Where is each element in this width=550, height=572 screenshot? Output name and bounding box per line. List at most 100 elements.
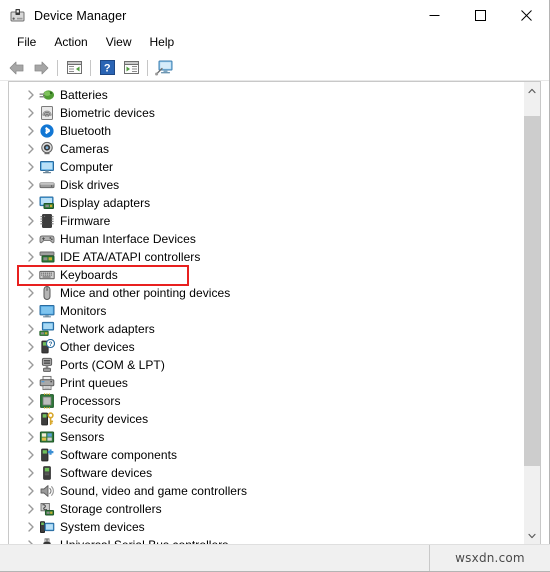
scroll-up-button[interactable] — [524, 82, 540, 99]
chevron-right-icon[interactable] — [23, 230, 39, 248]
chevron-right-icon[interactable] — [23, 176, 39, 194]
menu-item-help[interactable]: Help — [141, 32, 184, 53]
tree-item-firmware[interactable]: Firmware — [9, 212, 523, 230]
chevron-right-icon[interactable] — [23, 194, 39, 212]
tree-item-cameras[interactable]: Cameras — [9, 140, 523, 158]
scroll-down-button[interactable] — [524, 527, 540, 544]
status-message — [0, 545, 430, 571]
tree-item-universal-serial-bus-controllers[interactable]: Universal Serial Bus controllers — [9, 536, 523, 544]
chevron-right-icon[interactable] — [23, 428, 39, 446]
tree-item-ports[interactable]: Ports (COM & LPT) — [9, 356, 523, 374]
system-device-icon — [39, 519, 55, 535]
tree-item-print-queues[interactable]: Print queues — [9, 374, 523, 392]
tree-item-monitors[interactable]: Monitors — [9, 302, 523, 320]
scrollbar-thumb[interactable] — [524, 116, 540, 466]
scan-for-hardware-changes-button[interactable] — [152, 57, 176, 79]
tree-item-computer[interactable]: Computer — [9, 158, 523, 176]
minimize-button[interactable] — [411, 0, 457, 31]
tree-item-keyboards[interactable]: Keyboards — [9, 266, 523, 284]
menu-bar: File Action View Help — [0, 31, 549, 55]
back-arrow-icon — [9, 61, 24, 74]
tree-item-batteries[interactable]: Batteries — [9, 86, 523, 104]
vertical-scrollbar[interactable] — [523, 82, 540, 544]
monitor-icon — [39, 303, 55, 319]
tree-item-display-adapters[interactable]: Display adapters — [9, 194, 523, 212]
tree-item-label: Cameras — [60, 142, 110, 156]
tree-item-sensors[interactable]: Sensors — [9, 428, 523, 446]
tree-item-label: Firmware — [60, 214, 111, 228]
tree-item-label: Batteries — [60, 88, 108, 102]
network-adapter-icon — [39, 321, 55, 337]
tree-item-software-components[interactable]: Software components — [9, 446, 523, 464]
chevron-right-icon[interactable] — [23, 104, 39, 122]
chevron-right-icon[interactable] — [23, 122, 39, 140]
window-title: Device Manager — [34, 8, 127, 23]
tree-item-network-adapters[interactable]: Network adapters — [9, 320, 523, 338]
tree-item-system-devices[interactable]: System devices — [9, 518, 523, 536]
close-icon — [520, 10, 532, 21]
svg-text:?: ? — [49, 341, 53, 348]
chevron-right-icon[interactable] — [23, 446, 39, 464]
tree-item-disk-drives[interactable]: Disk drives — [9, 176, 523, 194]
chevron-right-icon[interactable] — [23, 140, 39, 158]
menu-item-action[interactable]: Action — [45, 32, 96, 53]
chevron-right-icon[interactable] — [23, 500, 39, 518]
tree-item-processors[interactable]: Processors — [9, 392, 523, 410]
back-button[interactable] — [5, 57, 29, 79]
chevron-right-icon[interactable] — [23, 356, 39, 374]
properties-button[interactable] — [119, 57, 143, 79]
scan-for-hardware-changes-icon — [154, 60, 172, 75]
chevron-right-icon[interactable] — [23, 266, 39, 284]
software-component-icon — [39, 447, 55, 463]
chevron-right-icon[interactable] — [23, 518, 39, 536]
chevron-right-icon[interactable] — [23, 302, 39, 320]
tree-item-sound-video-and-game-controllers[interactable]: Sound, video and game controllers — [9, 482, 523, 500]
tree-item-security-devices[interactable]: Security devices — [9, 410, 523, 428]
printer-icon — [39, 375, 55, 391]
show-hide-console-tree-button[interactable] — [62, 57, 86, 79]
menu-item-view[interactable]: View — [97, 32, 141, 53]
toolbar: ? — [0, 55, 549, 81]
tree-item-label: Other devices — [60, 340, 135, 354]
hid-gamepad-icon — [39, 231, 55, 247]
chevron-right-icon[interactable] — [23, 212, 39, 230]
chevron-right-icon[interactable] — [23, 158, 39, 176]
chevron-right-icon[interactable] — [23, 410, 39, 428]
bluetooth-icon — [39, 123, 55, 139]
chevron-right-icon[interactable] — [23, 374, 39, 392]
tree-item-label: Network adapters — [60, 322, 155, 336]
chevron-right-icon[interactable] — [23, 248, 39, 266]
tree-item-label: Software components — [60, 448, 178, 462]
tree-item-mice-and-other-pointing-devices[interactable]: Mice and other pointing devices — [9, 284, 523, 302]
usb-controller-icon — [39, 537, 55, 544]
tree-item-label: Computer — [60, 160, 114, 174]
chevron-up-icon — [528, 88, 536, 93]
chevron-right-icon[interactable] — [23, 86, 39, 104]
tree-item-label: Software devices — [60, 466, 153, 480]
help-button[interactable]: ? — [95, 57, 119, 79]
tree-item-label: Storage controllers — [60, 502, 162, 516]
chevron-right-icon[interactable] — [23, 284, 39, 302]
device-tree-list[interactable]: Batteries Biometric devices Bluetooth Ca… — [9, 82, 523, 544]
chevron-right-icon[interactable] — [23, 338, 39, 356]
tree-item-human-interface-devices[interactable]: Human Interface Devices — [9, 230, 523, 248]
tree-item-label: Disk drives — [60, 178, 120, 192]
chevron-right-icon[interactable] — [23, 392, 39, 410]
tree-item-software-devices[interactable]: Software devices — [9, 464, 523, 482]
forward-button[interactable] — [29, 57, 53, 79]
tree-item-bluetooth[interactable]: Bluetooth — [9, 122, 523, 140]
toolbar-separator — [147, 59, 148, 76]
tree-item-biometric-devices[interactable]: Biometric devices — [9, 104, 523, 122]
tree-item-label: Biometric devices — [60, 106, 155, 120]
tree-item-ide-ata-atapi-controllers[interactable]: IDE ATA/ATAPI controllers — [9, 248, 523, 266]
maximize-button[interactable] — [457, 0, 503, 31]
tree-item-other-devices[interactable]: ? Other devices — [9, 338, 523, 356]
close-button[interactable] — [503, 0, 549, 31]
storage-controller-icon — [39, 501, 55, 517]
chevron-right-icon[interactable] — [23, 482, 39, 500]
chevron-right-icon[interactable] — [23, 320, 39, 338]
chevron-right-icon[interactable] — [23, 464, 39, 482]
tree-item-storage-controllers[interactable]: Storage controllers — [9, 500, 523, 518]
menu-item-file[interactable]: File — [8, 32, 45, 53]
chevron-right-icon[interactable] — [23, 536, 39, 544]
